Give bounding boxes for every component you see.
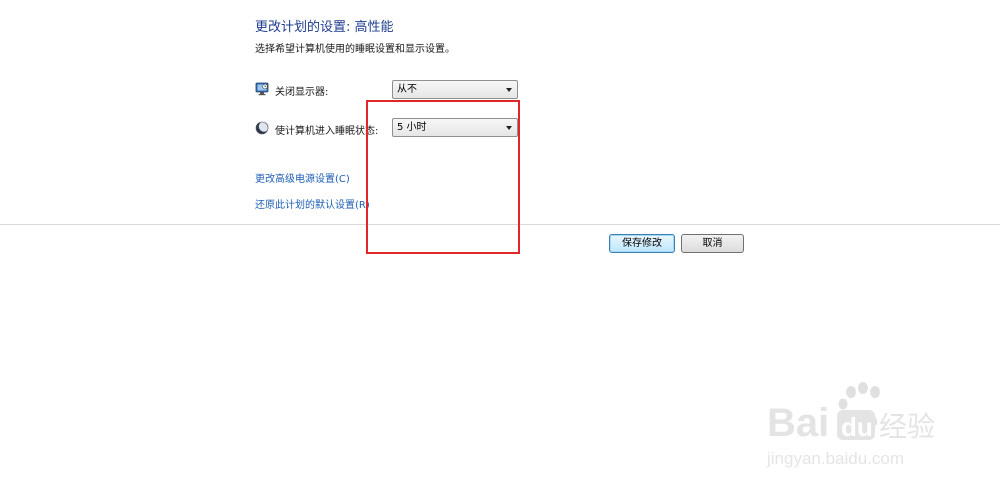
display-off-select[interactable]: 从不 bbox=[392, 80, 518, 99]
divider bbox=[0, 224, 1000, 225]
chevron-down-icon bbox=[506, 126, 512, 130]
save-button[interactable]: 保存修改 bbox=[609, 234, 675, 253]
svg-text:经验: 经验 bbox=[879, 410, 935, 443]
chevron-down-icon bbox=[506, 88, 512, 92]
page-subtitle: 选择希望计算机使用的睡眠设置和显示设置。 bbox=[255, 44, 455, 55]
sleep-select[interactable]: 5 小时 bbox=[392, 118, 518, 137]
display-off-label: 关闭显示器: bbox=[275, 87, 329, 98]
sleep-label: 使计算机进入睡眠状态: bbox=[275, 126, 379, 137]
restore-defaults-link[interactable]: 还原此计划的默认设置(R) bbox=[255, 196, 370, 211]
monitor-icon bbox=[255, 81, 269, 96]
advanced-power-settings-link[interactable]: 更改高级电源设置(C) bbox=[255, 170, 350, 185]
page-title: 更改计划的设置: 高性能 bbox=[255, 20, 394, 35]
sleep-value: 5 小时 bbox=[397, 122, 427, 133]
display-off-value: 从不 bbox=[397, 84, 417, 95]
svg-text:Bai: Bai bbox=[767, 401, 829, 445]
svg-text:jingyan.baidu.com: jingyan.baidu.com bbox=[766, 449, 904, 468]
power-plan-settings-page: 更改计划的设置: 高性能 选择希望计算机使用的睡眠设置和显示设置。 关闭显示器:… bbox=[0, 0, 1000, 489]
moon-icon bbox=[255, 120, 270, 135]
cancel-button[interactable]: 取消 bbox=[681, 234, 744, 253]
svg-text:du: du bbox=[841, 412, 873, 442]
baidu-jingyan-watermark: Bai du 经验 jingyan.baidu.com bbox=[765, 380, 955, 470]
